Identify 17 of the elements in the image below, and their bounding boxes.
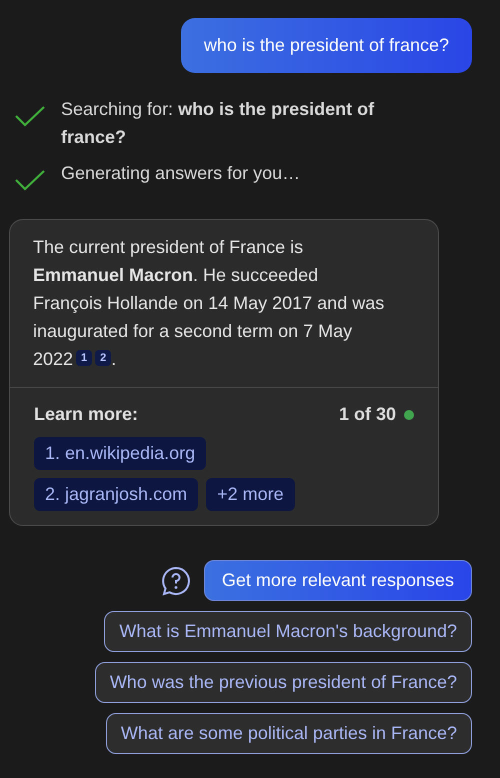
status-dot bbox=[404, 410, 414, 420]
source-chip[interactable]: 1. en.wikipedia.org bbox=[34, 437, 206, 470]
suggestion-button[interactable]: Who was the previous president of France? bbox=[94, 662, 472, 703]
suggestion-button[interactable]: What is Emmanuel Macron's background? bbox=[104, 611, 472, 652]
suggestion-button[interactable]: What are some political parties in France? bbox=[106, 713, 472, 754]
citation-link[interactable]: 1 bbox=[76, 350, 92, 366]
user-message: who is the president of france? bbox=[180, 18, 472, 73]
page-counter: 1 of 30 bbox=[338, 404, 396, 425]
help-icon[interactable] bbox=[160, 564, 192, 596]
citation-link[interactable]: 2 bbox=[95, 350, 112, 366]
primary-action-button[interactable]: Get more relevant responses bbox=[204, 560, 472, 601]
answer-text: The current president of France is Emmanuel Macron. He succeeded François Hollande on 14 May 2017 and was inaugurated for a second term on 7 May 2022 1 2 . bbox=[32, 236, 386, 371]
learn-more-label: Learn more: bbox=[34, 404, 138, 425]
status-text: Searching for: who is the president of france? bbox=[61, 98, 376, 149]
source-chip[interactable]: +2 more bbox=[206, 478, 295, 511]
source-chip[interactable]: 2. jagranjosh.com bbox=[34, 478, 198, 511]
status-text: Generating answers for you… bbox=[61, 162, 302, 185]
